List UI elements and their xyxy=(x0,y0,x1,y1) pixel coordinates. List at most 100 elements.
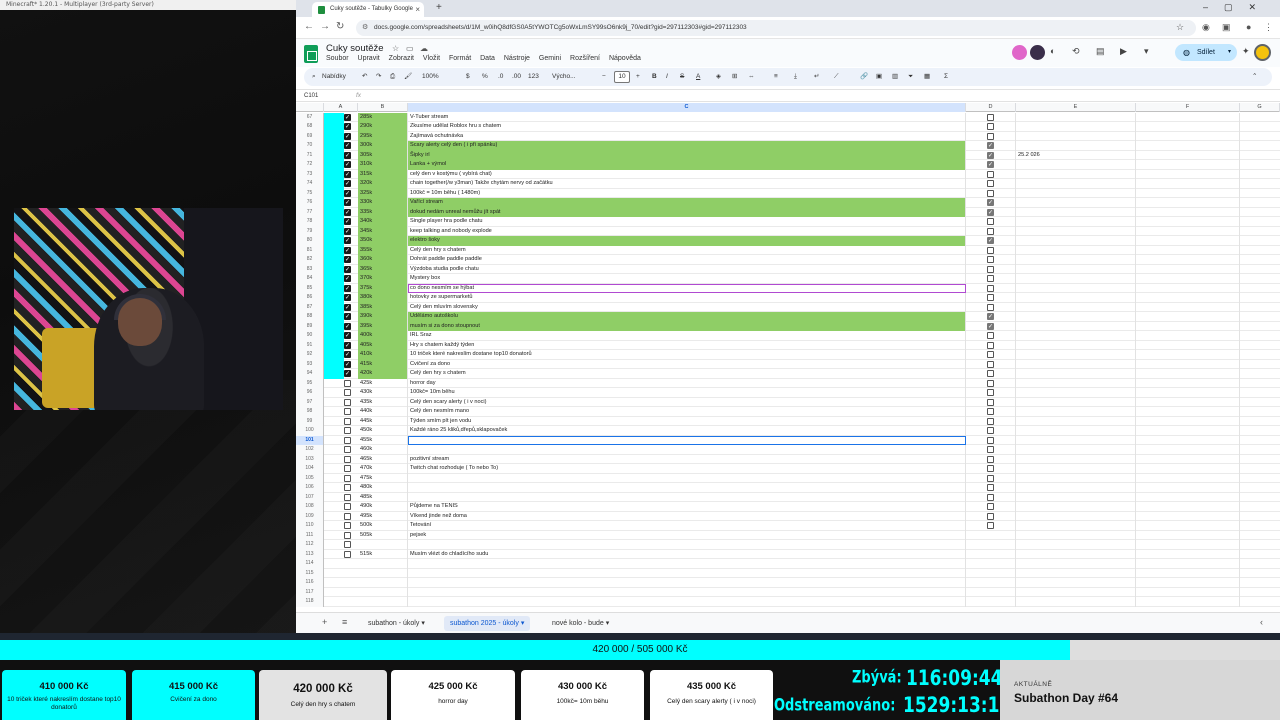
cell-b-amount[interactable]: 475k xyxy=(358,473,408,483)
cell-d[interactable] xyxy=(966,473,1016,483)
cell-b-amount[interactable]: 290k xyxy=(358,122,408,132)
checkbox-unchecked-icon[interactable] xyxy=(344,436,351,444)
meet-caret-icon[interactable]: ▾ xyxy=(1144,46,1149,57)
checkbox-checked-icon[interactable]: ✓ xyxy=(344,341,351,349)
cell-f[interactable] xyxy=(1136,426,1240,436)
cell-a[interactable]: ✓ xyxy=(344,312,358,322)
cell-d[interactable]: ✓ xyxy=(966,321,1016,331)
cell-e[interactable] xyxy=(1016,188,1136,198)
cell-d[interactable] xyxy=(966,549,1016,559)
decrease-decimal-button[interactable]: .0 xyxy=(498,68,503,86)
cell-g[interactable] xyxy=(1240,208,1280,218)
cell-b-amount[interactable]: 360k xyxy=(358,255,408,265)
cell-c-task[interactable] xyxy=(408,483,966,493)
cell-e[interactable] xyxy=(1016,255,1136,265)
cell-c-task[interactable]: Single player hra podle chatu xyxy=(408,217,966,227)
column-header-c[interactable]: C xyxy=(408,103,966,112)
cell-d[interactable] xyxy=(966,188,1016,198)
cell-g[interactable] xyxy=(1240,379,1280,389)
cell-g[interactable] xyxy=(1240,445,1280,455)
cell-b-amount[interactable] xyxy=(358,587,408,597)
row-number[interactable]: 102 xyxy=(296,445,324,455)
comments-icon[interactable]: ▤ xyxy=(1096,46,1105,57)
cell-d[interactable] xyxy=(966,350,1016,360)
menu-nastroje[interactable]: Nástroje xyxy=(504,55,530,62)
checkbox-unchecked-icon[interactable] xyxy=(987,427,994,434)
back-icon[interactable]: ← xyxy=(304,21,314,32)
cell-b-amount[interactable]: 405k xyxy=(358,340,408,350)
text-rotation-icon[interactable]: ⟋ xyxy=(834,68,839,86)
cell-g[interactable] xyxy=(1240,417,1280,427)
checkbox-checked-icon[interactable]: ✓ xyxy=(344,142,351,149)
cell-d[interactable] xyxy=(966,502,1016,512)
cell-b-amount[interactable]: 485k xyxy=(358,492,408,502)
cell-d[interactable] xyxy=(966,112,1016,122)
cell-c-task[interactable]: 100kč = 10m běhu ( 1480m) xyxy=(408,188,966,198)
cell-g[interactable] xyxy=(1240,588,1280,598)
cell-d[interactable] xyxy=(966,407,1016,417)
cell-f[interactable] xyxy=(1136,435,1240,445)
cell-a[interactable] xyxy=(344,578,358,588)
cell-f[interactable] xyxy=(1136,359,1240,369)
cell-g[interactable] xyxy=(1240,559,1280,569)
menu-format[interactable]: Formát xyxy=(449,55,471,62)
cell-g[interactable] xyxy=(1240,132,1280,142)
cell-e[interactable] xyxy=(1016,416,1136,426)
cell-d[interactable] xyxy=(966,255,1016,265)
cell-g[interactable] xyxy=(1240,512,1280,522)
cell-c-task[interactable] xyxy=(408,578,966,588)
cell-a[interactable]: ✓ xyxy=(344,265,358,275)
cell-d[interactable] xyxy=(966,378,1016,388)
move-folder-icon[interactable]: ▭ xyxy=(406,44,414,53)
row-number[interactable]: 73 xyxy=(296,169,324,179)
cell-b-amount[interactable]: 470k xyxy=(358,464,408,474)
cell-c-task[interactable]: Cvičení za dono xyxy=(408,359,966,369)
cell-f[interactable] xyxy=(1136,549,1240,559)
cell-b-amount[interactable]: 340k xyxy=(358,217,408,227)
cell-a[interactable] xyxy=(344,455,358,465)
cell-a[interactable]: ✓ xyxy=(344,217,358,227)
cell-c-task[interactable]: elektro šoky xyxy=(408,236,966,246)
cell-c-task[interactable]: hotovky ze supermarketů xyxy=(408,293,966,303)
cell-f[interactable] xyxy=(1136,293,1240,303)
row-number[interactable]: 112 xyxy=(296,540,324,550)
cell-a[interactable] xyxy=(344,512,358,522)
checkbox-unchecked-icon[interactable] xyxy=(987,132,994,140)
menu-soubor[interactable]: Soubor xyxy=(326,55,349,62)
menu-gemini[interactable]: Gemini xyxy=(539,55,561,62)
checkbox-unchecked-icon[interactable] xyxy=(344,522,351,529)
cell-d[interactable] xyxy=(966,483,1016,493)
cell-g[interactable] xyxy=(1240,578,1280,588)
cell-g[interactable] xyxy=(1240,350,1280,360)
currency-format-button[interactable]: $ xyxy=(466,68,470,86)
cell-e[interactable] xyxy=(1016,264,1136,274)
row-number[interactable]: 92 xyxy=(296,350,324,360)
cell-a[interactable] xyxy=(344,388,358,398)
collaborator-avatar[interactable] xyxy=(1012,45,1027,60)
cell-b-amount[interactable]: 420k xyxy=(358,369,408,379)
cell-f[interactable] xyxy=(1136,321,1240,331)
cell-e[interactable] xyxy=(1016,369,1136,379)
row-number[interactable]: 76 xyxy=(296,198,324,208)
cell-d[interactable] xyxy=(966,416,1016,426)
cell-g[interactable] xyxy=(1240,160,1280,170)
cell-f[interactable] xyxy=(1136,283,1240,293)
cell-b-amount[interactable]: 465k xyxy=(358,454,408,464)
checkbox-checked-icon[interactable]: ✓ xyxy=(344,370,351,377)
row-number[interactable]: 108 xyxy=(296,502,324,512)
cell-f[interactable] xyxy=(1136,112,1240,122)
cell-e[interactable] xyxy=(1016,340,1136,350)
cell-b-amount[interactable]: 285k xyxy=(358,112,408,122)
cell-d[interactable]: ✓ xyxy=(966,312,1016,322)
cell-c-task[interactable]: Twitch chat rozhoduje ( To nebo To) xyxy=(408,464,966,474)
checkbox-unchecked-icon[interactable] xyxy=(987,265,994,273)
checkbox-unchecked-icon[interactable] xyxy=(344,446,351,453)
checkbox-unchecked-icon[interactable] xyxy=(987,332,994,339)
cell-g[interactable] xyxy=(1240,227,1280,237)
cell-e[interactable] xyxy=(1016,540,1136,550)
cell-g[interactable] xyxy=(1240,236,1280,246)
close-tab-icon[interactable]: × xyxy=(415,2,420,17)
cell-c-task[interactable]: Tetování xyxy=(408,521,966,531)
cell-d[interactable]: ✓ xyxy=(966,236,1016,246)
row-number[interactable]: 84 xyxy=(296,274,324,284)
